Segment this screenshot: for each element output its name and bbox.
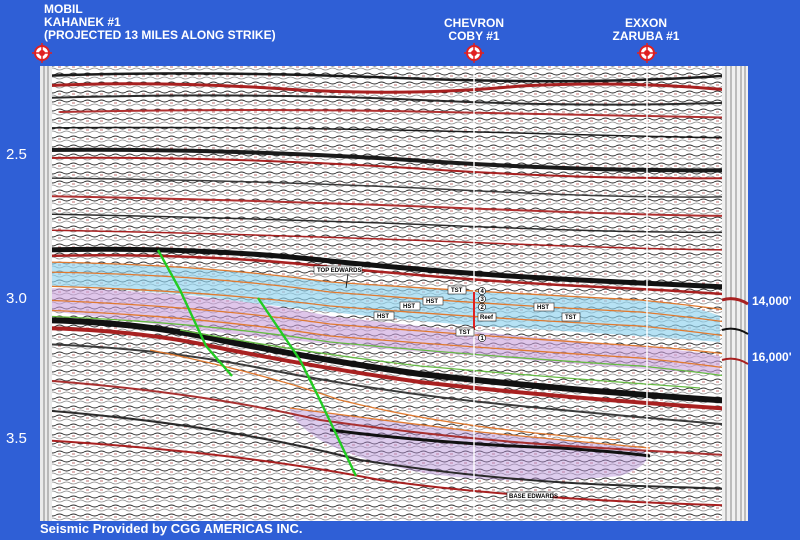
annotation-hst: HST: [533, 302, 555, 312]
time-axis-tick: 3.5: [6, 430, 27, 447]
well-symbol-icon: [464, 43, 484, 63]
annotation-hst: HST: [373, 311, 395, 321]
svg-text:HST: HST: [537, 305, 549, 311]
svg-text:HST: HST: [403, 304, 415, 310]
depth-label: 14,000': [752, 294, 792, 308]
annotation-tst: TST: [455, 327, 475, 337]
seismic-credit: Seismic Provided by CGG AMERICAS INC.: [40, 521, 303, 536]
svg-text:Reef: Reef: [480, 315, 494, 321]
depth-label: 16,000': [752, 350, 792, 364]
well-symbol-icon: [637, 43, 657, 63]
sequence-marker: 2: [478, 303, 486, 311]
annotation-tst: TST: [561, 312, 581, 322]
annotation-hst: HST: [399, 301, 421, 311]
sequence-marker: 4: [478, 287, 486, 295]
seismic-section-figure: MOBIL KAHANEK #1 (PROJECTED 13 MILES ALO…: [0, 0, 800, 540]
time-axis-tick: 3.0: [6, 290, 27, 307]
annotation-base-edwards: BASE EDWARDS: [506, 491, 558, 501]
svg-text:TOP EDWARDS: TOP EDWARDS: [317, 268, 361, 274]
well-symbol-icon: [32, 43, 52, 63]
annotation-tst: TST: [447, 285, 467, 295]
seismic-panel: TOP EDWARDS HST HST HST HST TST TST TST …: [32, 43, 749, 521]
svg-text:TST: TST: [565, 315, 577, 321]
svg-text:TST: TST: [459, 330, 471, 336]
annotation-hst: HST: [422, 296, 444, 306]
sequence-marker: 3: [478, 295, 486, 303]
svg-text:HST: HST: [426, 299, 438, 305]
annotation-reef: Reef: [477, 312, 497, 322]
trace-strip: [721, 66, 749, 521]
svg-text:HST: HST: [377, 314, 389, 320]
time-axis-tick: 2.5: [6, 146, 27, 163]
svg-text:TST: TST: [451, 288, 463, 294]
svg-text:BASE EDWARDS: BASE EDWARDS: [509, 494, 558, 500]
sequence-marker: 1: [478, 334, 486, 342]
left-trace-strip: [40, 66, 52, 521]
